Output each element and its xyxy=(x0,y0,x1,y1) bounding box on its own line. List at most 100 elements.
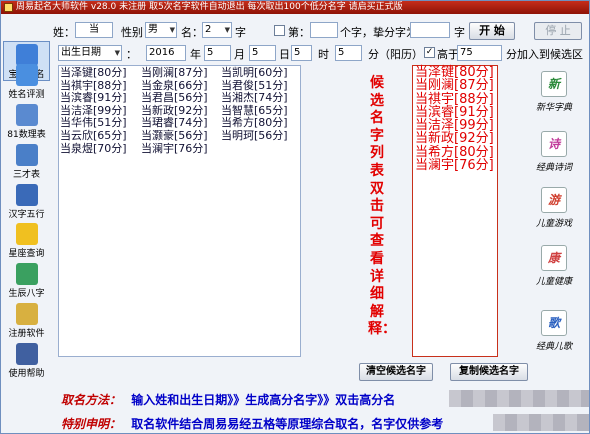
help-icon xyxy=(15,343,38,365)
result-item[interactable]: 当刚澜[87分] xyxy=(141,66,208,80)
candidate-item[interactable]: 当刚澜[87分] xyxy=(413,79,497,93)
kids-songs-button[interactable]: 歌经典儿歌 xyxy=(527,310,581,352)
people-icon xyxy=(15,64,38,86)
table-grid-icon xyxy=(15,104,38,126)
minute-label: 分（阳历） xyxy=(368,48,423,61)
sidebar-81-table[interactable]: 81数理表 xyxy=(3,102,50,142)
hour-label: 时 xyxy=(318,48,329,61)
rightbar-label: 儿童游戏 xyxy=(535,219,572,229)
result-item[interactable]: 当凯明[60分] xyxy=(221,66,288,80)
birth-date-row: 出生日期 ： 2016 年 5 月 5 日 5 时 5 分（阳历） ✓ 高于 7… xyxy=(53,44,585,62)
threshold-input[interactable]: 75 xyxy=(457,45,502,61)
kids-health-icon: 康 xyxy=(541,245,567,271)
hour-input[interactable]: 5 xyxy=(291,45,312,61)
sidebar-bazi[interactable]: 生辰八字 xyxy=(3,261,50,301)
name-length-select[interactable]: 2 xyxy=(202,22,232,38)
sidebar-label: 姓名评测 xyxy=(8,90,45,100)
results-list[interactable]: 当泽键[80分] 当祺宇[88分] 当滨睿[91分] 当洁泽[99分] 当华伟[51分]… xyxy=(58,65,301,357)
classic-poetry-icon: 诗 xyxy=(541,131,567,157)
kids-health-button[interactable]: 康儿童健康 xyxy=(527,245,581,287)
stop-button[interactable]: 停 止 xyxy=(534,22,582,40)
sidebar-help[interactable]: 使用帮助 xyxy=(3,341,50,381)
gender-select[interactable]: 男 xyxy=(145,22,177,38)
prompt-area: 候选名字列表双击可查看详细解释： xyxy=(304,65,410,357)
result-item[interactable]: 当湘杰[74分] xyxy=(221,92,288,105)
rightbar-label: 新华字典 xyxy=(535,103,572,113)
sidebar-hanzi-wuxing[interactable]: 汉字五行 xyxy=(3,182,50,222)
sidebar-label: 三才表 xyxy=(12,170,40,180)
surname-label: 姓： xyxy=(53,26,75,39)
month-label: 月 xyxy=(234,48,245,61)
sidebar-label: 星座查询 xyxy=(8,249,45,259)
candidate-item[interactable]: 当澜宇[76分] xyxy=(413,159,497,173)
candidate-prompt: 候选名字列表双击可查看详细解释： xyxy=(368,75,396,338)
sidebar-name-score[interactable]: 姓名评测 xyxy=(3,62,50,102)
above-label: 高于 xyxy=(437,48,459,61)
result-item[interactable]: 当滨睿[91分] xyxy=(60,92,127,105)
sidebar-three-talents[interactable]: 三才表 xyxy=(3,142,50,182)
copy-candidates-button[interactable]: 复制候选名字 xyxy=(450,363,528,381)
rightbar-label: 经典诗词 xyxy=(535,163,572,173)
classic-poetry-button[interactable]: 诗经典诗词 xyxy=(527,131,581,173)
zi-label: 字 xyxy=(235,26,246,39)
di-label: 第： xyxy=(288,26,310,39)
star-icon xyxy=(15,223,38,245)
zi2-label: 字 xyxy=(454,26,465,39)
candidate-item[interactable]: 当希方[80分] xyxy=(413,145,497,159)
month-input[interactable]: 5 xyxy=(204,45,231,61)
right-toolbar: 新新华字典诗经典诗词游儿童游戏康儿童健康歌经典儿歌 xyxy=(525,65,585,365)
fixed-char-input[interactable] xyxy=(410,22,450,38)
gender-label: 性别 xyxy=(121,26,143,39)
candidate-item[interactable]: 当祺宇[88分] xyxy=(413,92,497,106)
date-type-select[interactable]: 出生日期 xyxy=(58,45,122,61)
result-item[interactable]: 当云欣[65分] xyxy=(60,129,127,143)
disclaimer-text: 取名软件结合周易易经五格等原理综合取名，名字仅供参考 xyxy=(131,417,444,431)
disclaimer-instruction: 特别申明： 取名软件结合周易易经五格等原理综合取名，名字仅供参考 xyxy=(61,415,443,432)
name-length-label: 名： xyxy=(181,26,203,39)
candidate-item[interactable]: 当泽键[80分] xyxy=(413,66,497,80)
app-window: 周易起名大师软件 v28.0 未注册 取5次名字软件自动退出 每次取出100个低… xyxy=(0,0,590,434)
rightbar-label: 经典儿歌 xyxy=(535,342,572,352)
surname-input[interactable]: 当 xyxy=(75,22,113,38)
kids-games-button[interactable]: 游儿童游戏 xyxy=(527,187,581,229)
candidate-item[interactable]: 当滨睿[91分] xyxy=(413,106,497,120)
result-item[interactable]: 当灏豪[56分] xyxy=(141,129,208,143)
day-label: 日 xyxy=(279,48,290,61)
result-item[interactable]: 当澜宇[76分] xyxy=(141,142,208,156)
minute-input[interactable]: 5 xyxy=(335,45,362,61)
xinhua-dict-button[interactable]: 新新华字典 xyxy=(527,71,581,113)
blurred-region-2 xyxy=(493,414,589,431)
sidebar-register[interactable]: 注册软件 xyxy=(3,301,50,341)
sidebar: 宝宝取名姓名评测81数理表三才表汉字五行星座查询生辰八字注册软件使用帮助 xyxy=(3,41,50,381)
result-item[interactable]: 当君昌[56分] xyxy=(141,92,208,105)
sidebar-constellation[interactable]: 星座查询 xyxy=(3,221,50,261)
fixed-char-checkbox[interactable] xyxy=(274,25,285,36)
rightbar-label: 儿童健康 xyxy=(535,277,572,287)
result-item[interactable]: 当泉煜[70分] xyxy=(60,142,127,156)
blurred-region xyxy=(449,390,589,407)
above-score-checkbox[interactable]: ✓ xyxy=(424,47,435,58)
start-button[interactable]: 开 始 xyxy=(469,22,515,40)
sidebar-label: 81数理表 xyxy=(7,130,46,140)
year-input[interactable]: 2016 xyxy=(146,45,186,61)
shirt-icon xyxy=(15,263,38,285)
book-icon xyxy=(15,184,38,206)
candidate-list[interactable]: 当泽键[80分] 当刚澜[87分] 当祺宇[88分] 当滨睿[91分] 当洁泽[99分]… xyxy=(412,65,498,357)
disclaimer-label: 特别申明： xyxy=(61,417,122,431)
sidebar-label: 汉字五行 xyxy=(8,210,45,220)
result-item[interactable]: 当明珂[56分] xyxy=(221,129,288,143)
candidate-item[interactable]: 当新政[92分] xyxy=(413,132,497,146)
sidebar-label: 生辰八字 xyxy=(8,289,45,299)
results-column-2: 当刚澜[87分] 当金泉[66分] 当君昌[56分] 当新政[92分] 当珺睿[74分]… xyxy=(141,66,208,156)
position-input[interactable] xyxy=(310,22,338,38)
add-to-candidates-label: 分加入到候选区 xyxy=(506,48,583,61)
clear-candidates-button[interactable]: 清空候选名字 xyxy=(359,363,433,381)
day-input[interactable]: 5 xyxy=(249,45,276,61)
sidebar-label: 注册软件 xyxy=(8,329,45,339)
result-item[interactable]: 当泽键[80分] xyxy=(60,66,127,80)
naming-method-instruction: 取名方法： 输入姓和出生日期》》生成高分名字》》双击高分名 xyxy=(61,391,395,408)
title-bar: 周易起名大师软件 v28.0 未注册 取5次名字软件自动退出 每次取出100个低… xyxy=(1,1,589,14)
app-icon xyxy=(4,3,13,12)
kids-songs-icon: 歌 xyxy=(541,310,567,336)
table-icon xyxy=(15,144,38,166)
